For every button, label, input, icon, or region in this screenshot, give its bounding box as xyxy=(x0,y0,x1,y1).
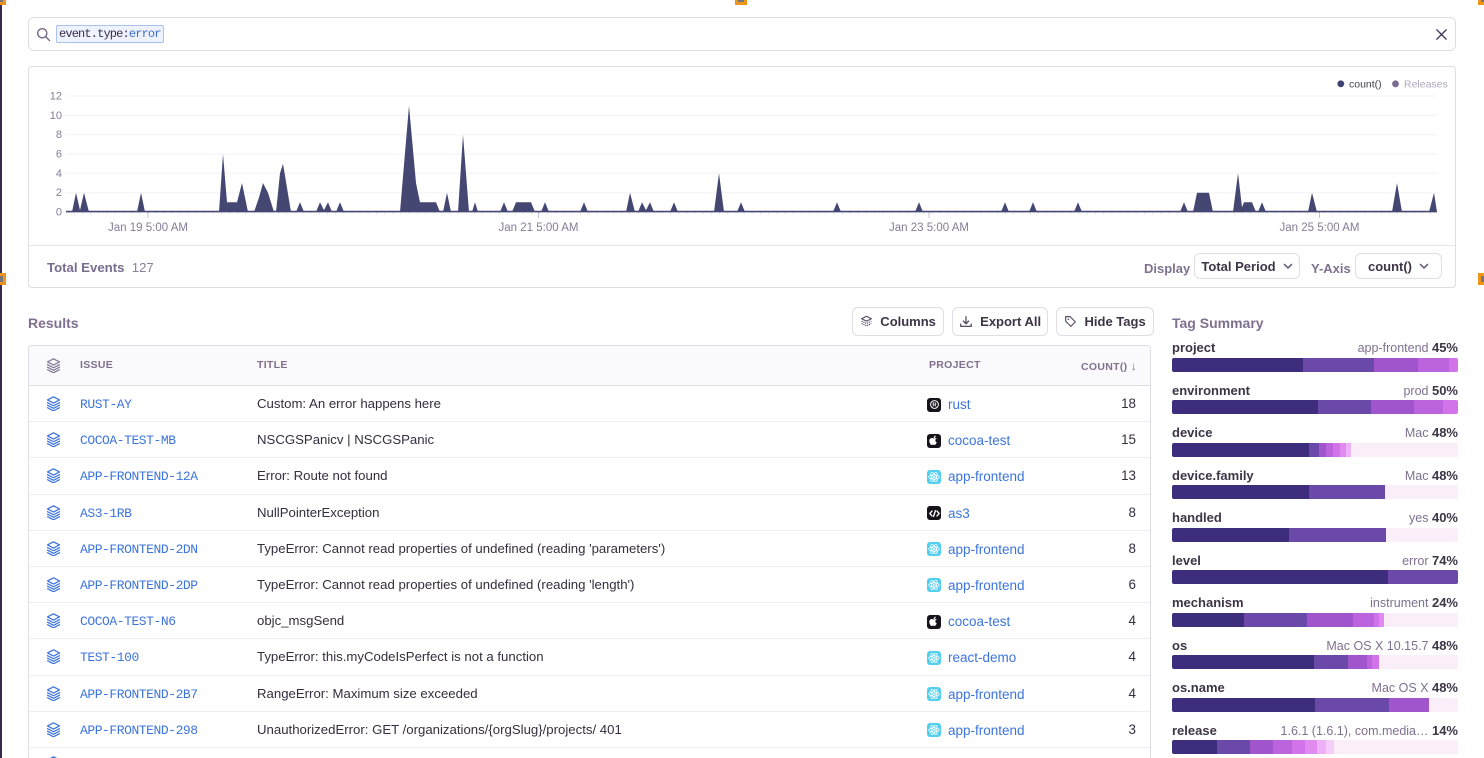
svg-text:0: 0 xyxy=(56,207,62,219)
svg-text:Jan 19 5:00 AM: Jan 19 5:00 AM xyxy=(108,222,188,234)
svg-text:8: 8 xyxy=(56,129,62,141)
svg-text:Jan 25 5:00 AM: Jan 25 5:00 AM xyxy=(1280,222,1360,234)
svg-text:Jan 21 5:00 AM: Jan 21 5:00 AM xyxy=(499,222,579,234)
svg-text:12: 12 xyxy=(50,91,62,103)
svg-text:Releases: Releases xyxy=(1404,78,1448,90)
svg-text:2: 2 xyxy=(56,187,62,199)
svg-text:10: 10 xyxy=(50,110,62,122)
svg-text:count(): count() xyxy=(1349,78,1382,90)
svg-text:6: 6 xyxy=(56,149,62,161)
svg-text:4: 4 xyxy=(56,168,62,180)
svg-text:Jan 23 5:00 AM: Jan 23 5:00 AM xyxy=(889,222,969,234)
